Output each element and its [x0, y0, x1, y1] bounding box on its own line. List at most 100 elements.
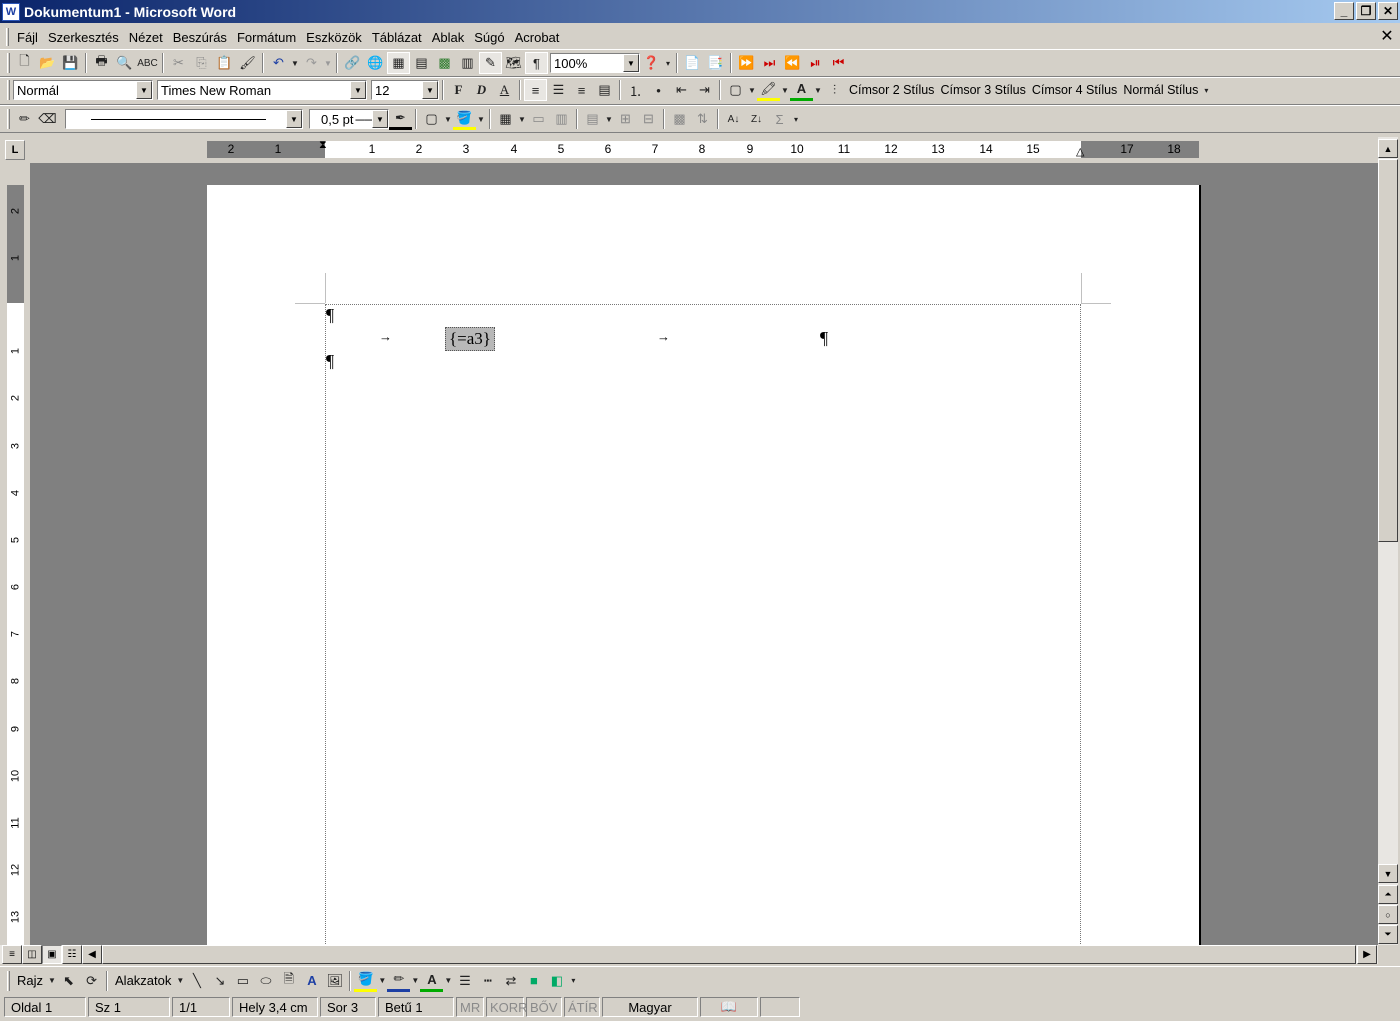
drawing-icon[interactable]: ✎ [479, 52, 502, 74]
font-color-dropdown-icon[interactable]: ▼ [813, 79, 823, 101]
toolbar-grip[interactable] [7, 109, 10, 129]
menu-file[interactable]: Fájl [12, 30, 43, 45]
autoshapes-dropdown-icon[interactable]: ▼ [175, 970, 185, 992]
document-page[interactable]: ¶ → {=a3} → ¶ ¶ [207, 185, 1201, 945]
draw-menu-button[interactable]: Rajz [13, 973, 47, 988]
field-code[interactable]: {=a3} [445, 327, 495, 351]
menu-tools[interactable]: Eszközök [301, 30, 367, 45]
close-window-button[interactable]: ✕ [1378, 2, 1398, 20]
font-color-dropdown-icon[interactable]: ▼ [443, 970, 453, 992]
style-normal-button[interactable]: Normál Stílus [1120, 83, 1201, 97]
chevron-down-icon[interactable]: ▼ [623, 54, 639, 72]
bold-button[interactable]: F [447, 79, 470, 101]
toolbar-grip[interactable] [7, 970, 10, 991]
menu-acrobat[interactable]: Acrobat [510, 30, 565, 45]
scroll-down-icon[interactable]: ▼ [1378, 864, 1398, 883]
eraser-icon[interactable]: ⌫ [36, 108, 59, 130]
open-folder-icon[interactable]: 📂 [36, 52, 59, 74]
status-overtype[interactable]: ÁTÍR [564, 997, 600, 1017]
3d-icon[interactable]: ◧ [545, 970, 568, 992]
toolbar-grip[interactable] [7, 80, 10, 100]
paste-icon[interactable]: 📋 [213, 52, 236, 74]
align-right-icon[interactable]: ≡ [570, 79, 593, 101]
style-heading2-button[interactable]: Címsor 2 Stílus [846, 83, 937, 97]
print-preview-icon[interactable]: 🔍 [113, 52, 136, 74]
document-map-icon[interactable]: 🗺 [502, 52, 525, 74]
acrobat-tool-3-icon[interactable]: ⏪ [781, 52, 804, 74]
style-heading3-button[interactable]: Címsor 3 Stílus [937, 83, 1028, 97]
spelling-status-icon[interactable]: 📖 [700, 997, 758, 1017]
select-objects-icon[interactable]: ⬉ [57, 970, 80, 992]
split-cells-icon[interactable]: ▥ [550, 108, 573, 130]
toolbar-options-icon[interactable]: ▾ [1201, 79, 1211, 101]
font-color-icon[interactable]: A [790, 79, 813, 101]
convert-email-pdf-icon[interactable]: 📑 [704, 52, 727, 74]
font-color-icon[interactable]: A [420, 970, 444, 992]
horizontal-scroll-thumb[interactable] [102, 945, 1356, 964]
status-macro-recorder[interactable]: MR [456, 997, 484, 1017]
insert-excel-icon[interactable]: ▩ [433, 52, 456, 74]
print-icon[interactable]: 🖶 [90, 52, 113, 74]
horizontal-scrollbar[interactable]: ≡ ◫ ▣ ☷ ◀ ▶ [0, 945, 1378, 964]
rectangle-icon[interactable]: ▭ [231, 970, 254, 992]
shading-color-icon[interactable]: 🪣 [453, 108, 476, 130]
oval-icon[interactable]: ⬭ [254, 970, 277, 992]
decrease-indent-icon[interactable]: ⇤ [670, 79, 693, 101]
shading-dropdown-icon[interactable]: ▼ [476, 108, 486, 130]
status-track-changes[interactable]: KORR [486, 997, 528, 1017]
word-app-icon[interactable]: W [2, 2, 20, 21]
sort-descending-icon[interactable]: Z↓ [745, 108, 768, 130]
autosum-icon[interactable]: Σ [768, 108, 791, 130]
arrow-icon[interactable]: ↘ [208, 970, 231, 992]
dash-style-icon[interactable]: ┅ [476, 970, 499, 992]
line-icon[interactable]: ╲ [185, 970, 208, 992]
menu-table[interactable]: Táblázat [367, 30, 427, 45]
convert-to-pdf-icon[interactable]: 📄 [681, 52, 704, 74]
tab-selector-icon[interactable]: L [5, 140, 25, 160]
distribute-columns-icon[interactable]: ⊟ [637, 108, 660, 130]
italic-button[interactable]: D [470, 79, 493, 101]
chevron-down-icon[interactable]: ▼ [136, 81, 152, 99]
scroll-up-icon[interactable]: ▲ [1378, 139, 1398, 158]
menu-insert[interactable]: Beszúrás [168, 30, 232, 45]
web-layout-view-icon[interactable]: ◫ [22, 945, 42, 964]
fill-color-icon[interactable]: 🪣 [354, 970, 378, 992]
columns-icon[interactable]: ▥ [456, 52, 479, 74]
line-color-dropdown-icon[interactable]: ▼ [410, 970, 420, 992]
chevron-down-icon[interactable]: ▼ [372, 110, 388, 128]
acrobat-tool-4-icon[interactable]: ⏯ [804, 52, 827, 74]
tables-borders-icon[interactable]: ▦ [387, 52, 410, 74]
previous-page-icon[interactable]: ⏶ [1378, 885, 1398, 904]
align-cell-dropdown-icon[interactable]: ▼ [604, 108, 614, 130]
borders-dropdown-icon[interactable]: ▼ [747, 79, 757, 101]
highlight-dropdown-icon[interactable]: ▼ [780, 79, 790, 101]
shadow-icon[interactable]: ■ [522, 970, 545, 992]
style-combo[interactable]: Normál ▼ [13, 80, 153, 100]
undo-icon[interactable]: ↶ [267, 52, 290, 74]
numbering-icon[interactable]: ⒈ [624, 79, 647, 101]
line-weight-combo[interactable]: 0,5 pt ── ▼ [309, 109, 389, 129]
align-cell-icon[interactable]: ▤ [581, 108, 604, 130]
close-document-button[interactable]: ✕ [1378, 27, 1396, 45]
fill-color-dropdown-icon[interactable]: ▼ [377, 970, 387, 992]
horizontal-ruler[interactable]: 2 1 1 2 3 4 5 6 7 8 9 10 11 12 13 14 15 … [207, 139, 1199, 158]
save-icon[interactable]: 💾 [59, 52, 82, 74]
chevron-down-icon[interactable]: ▼ [286, 110, 302, 128]
acrobat-tool-5-icon[interactable]: ⏮ [827, 52, 850, 74]
undo-dropdown-icon[interactable]: ▼ [290, 52, 300, 74]
style-heading4-button[interactable]: Címsor 4 Stílus [1029, 83, 1120, 97]
status-extend[interactable]: BŐV [526, 997, 562, 1017]
text-box-icon[interactable]: 🗎 [277, 970, 300, 992]
line-style-icon[interactable]: ☰ [453, 970, 476, 992]
merge-cells-icon[interactable]: ▭ [527, 108, 550, 130]
line-style-combo[interactable]: ▼ [65, 109, 303, 129]
chevron-down-icon[interactable]: ▼ [350, 81, 366, 99]
browse-object-icon[interactable]: ○ [1378, 905, 1398, 924]
scrollbar-thumb[interactable] [1378, 159, 1398, 542]
insert-table-dropdown-icon[interactable]: ▼ [517, 108, 527, 130]
font-size-combo[interactable]: 12 ▼ [371, 80, 439, 100]
normal-view-icon[interactable]: ≡ [2, 945, 22, 964]
toolbar-options-icon[interactable]: ▾ [568, 970, 578, 992]
borders-icon[interactable]: ▢ [724, 79, 747, 101]
print-layout-view-icon[interactable]: ▣ [42, 945, 62, 964]
